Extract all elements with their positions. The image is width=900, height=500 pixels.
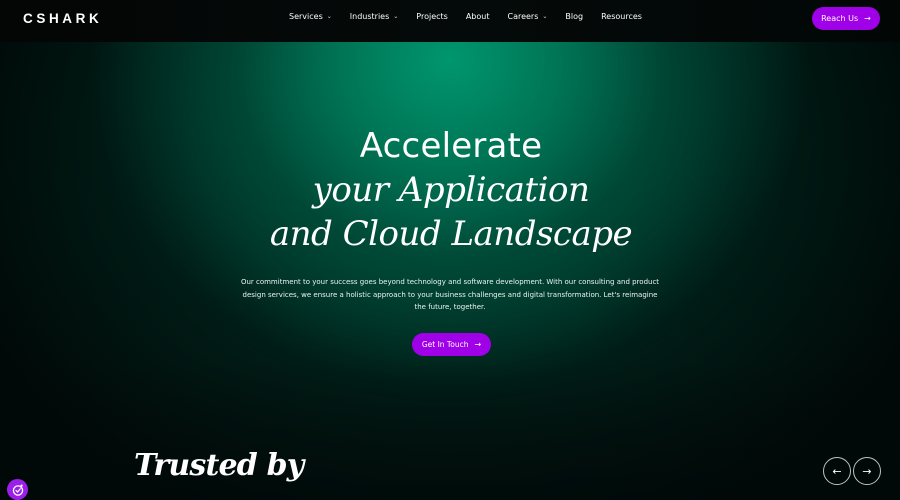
nav-item-label: Services <box>289 12 323 21</box>
trusted-by-heading: Trusted by <box>134 448 304 483</box>
nav-item-label: Industries <box>349 12 390 21</box>
nav-item-label: Careers <box>507 12 539 21</box>
headline-line-1: Accelerate <box>359 126 543 166</box>
arrow-right-icon: → <box>864 14 871 23</box>
nav-item-label: About <box>465 12 490 21</box>
nav-item-label: Blog <box>565 12 584 21</box>
chevron-down-icon: ⌄ <box>542 13 548 20</box>
nav-item-label: Projects <box>416 12 448 21</box>
nav-item-careers[interactable]: Careers ⌄ <box>507 12 547 21</box>
hero-headline: Accelerate your Application and Cloud La… <box>0 124 900 256</box>
hero-description: Our commitment to your success goes beyo… <box>240 278 660 311</box>
reach-us-label: Reach Us <box>821 14 859 23</box>
arrow-right-icon: → <box>474 340 482 349</box>
carousel-next-button[interactable]: → <box>853 457 881 485</box>
arrow-right-icon: → <box>862 464 872 478</box>
headline-line-3: and Cloud Landscape <box>269 214 633 254</box>
main-nav: Services ⌄ Industries ⌄ Projects About C… <box>289 12 660 21</box>
nav-item-resources[interactable]: Resources <box>601 12 642 21</box>
get-in-touch-label: Get In Touch <box>421 340 469 349</box>
get-in-touch-button[interactable]: Get In Touch → <box>412 333 491 356</box>
arrow-left-icon: ← <box>832 464 842 478</box>
chevron-down-icon: ⌄ <box>326 13 332 20</box>
nav-item-industries[interactable]: Industries ⌄ <box>350 12 399 21</box>
nav-item-services[interactable]: Services ⌄ <box>289 12 332 21</box>
top-navigation-bar: CSHARK Services ⌄ Industries ⌄ Projects … <box>0 0 900 42</box>
carousel-prev-button[interactable]: ← <box>823 457 851 485</box>
nav-item-blog[interactable]: Blog <box>565 12 583 21</box>
nav-item-about[interactable]: About <box>466 12 490 21</box>
cshark-logo[interactable]: CSHARK <box>23 11 102 26</box>
accessibility-button[interactable] <box>7 479 28 500</box>
nav-item-label: Resources <box>601 12 642 21</box>
chevron-down-icon: ⌄ <box>393 13 399 20</box>
nav-item-projects[interactable]: Projects <box>416 12 448 21</box>
headline-line-2: your Application <box>312 170 590 210</box>
reach-us-button[interactable]: Reach Us → <box>812 7 880 30</box>
accessibility-icon <box>12 484 23 496</box>
